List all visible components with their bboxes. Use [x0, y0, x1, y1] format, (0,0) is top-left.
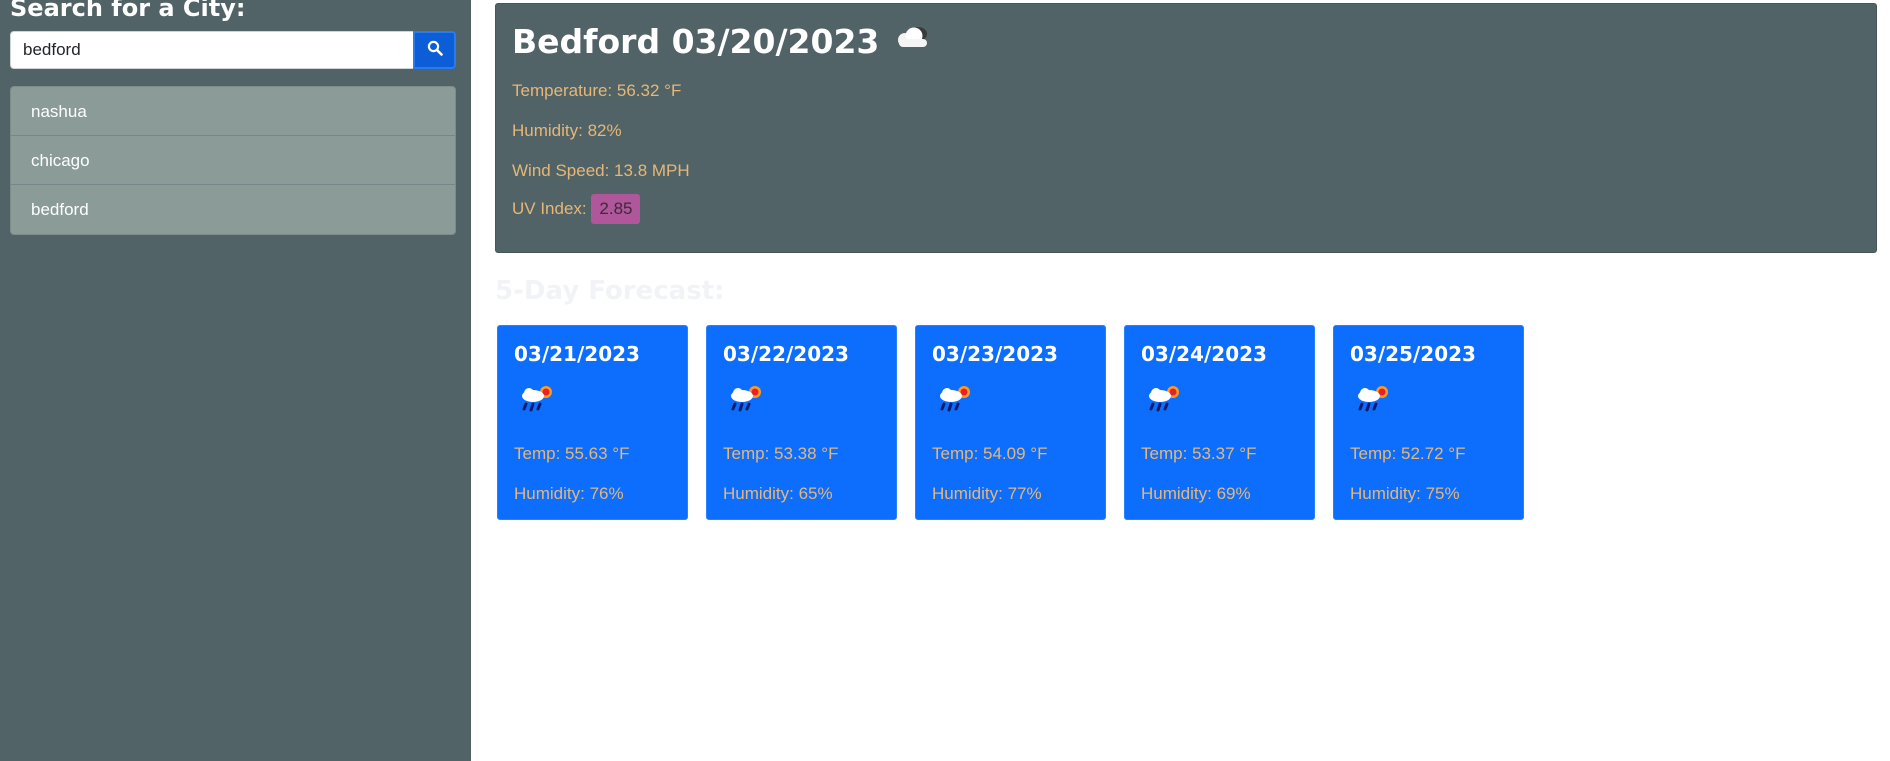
forecast-date: 03/25/2023 [1350, 342, 1476, 366]
forecast-temp: Temp: 54.09 °F [932, 444, 1048, 463]
current-uv-row: UV Index: 2.85 [512, 194, 641, 224]
forecast-date: 03/22/2023 [723, 342, 849, 366]
current-humidity: Humidity: 82% [512, 121, 622, 140]
forecast-card: 03/23/2023 Temp: 54.09 °F Humidity: 77% [915, 325, 1106, 520]
cloud-icon [891, 22, 937, 61]
uv-label: UV Index: [512, 199, 587, 218]
forecast-card: 03/22/2023 Temp: 53.38 °F Humidity: 65% [706, 325, 897, 520]
forecast-temp: Temp: 52.72 °F [1350, 444, 1466, 463]
current-weather-panel: Bedford 03/20/2023 Temperature: 56.32 °F… [495, 3, 1877, 253]
forecast-humidity: Humidity: 76% [514, 484, 624, 503]
forecast-card: 03/25/2023 Temp: 52.72 °F Humidity: 75% [1333, 325, 1524, 520]
forecast-temp: Temp: 55.63 °F [514, 444, 630, 463]
forecast-card: 03/21/2023 Temp: 55.63 °F Humidity: 76% [497, 325, 688, 520]
search-button[interactable] [413, 31, 456, 69]
rain-sun-icon [1352, 382, 1392, 419]
history-item-nashua[interactable]: nashua [11, 87, 455, 136]
search-history-list: nashua chicago bedford [10, 86, 456, 235]
forecast-date: 03/21/2023 [514, 342, 640, 366]
search-form [10, 31, 456, 69]
forecast-humidity: Humidity: 65% [723, 484, 833, 503]
forecast-humidity: Humidity: 77% [932, 484, 1042, 503]
forecast-humidity: Humidity: 69% [1141, 484, 1251, 503]
current-temperature: Temperature: 56.32 °F [512, 81, 682, 100]
history-item-bedford[interactable]: bedford [11, 185, 455, 234]
rain-sun-icon [934, 382, 974, 419]
forecast-humidity: Humidity: 75% [1350, 484, 1460, 503]
search-icon [427, 40, 443, 61]
rain-sun-icon [1143, 382, 1183, 419]
forecast-temp: Temp: 53.38 °F [723, 444, 839, 463]
rain-sun-icon [725, 382, 765, 419]
sidebar-title: Search for a City: [10, 0, 246, 22]
rain-sun-icon [516, 382, 556, 419]
forecast-card: 03/24/2023 Temp: 53.37 °F Humidity: 69% [1124, 325, 1315, 520]
forecast-title: 5-Day Forecast: [495, 276, 725, 306]
forecast-date: 03/24/2023 [1141, 342, 1267, 366]
forecast-temp: Temp: 53.37 °F [1141, 444, 1257, 463]
uv-index-badge: 2.85 [591, 194, 641, 224]
current-wind-speed: Wind Speed: 13.8 MPH [512, 161, 690, 180]
sidebar: Search for a City: nashua chicago bedfor… [0, 0, 471, 761]
city-date-heading: Bedford 03/20/2023 [512, 22, 880, 61]
current-weather-title: Bedford 03/20/2023 [512, 22, 937, 61]
search-input[interactable] [10, 31, 413, 69]
forecast-date: 03/23/2023 [932, 342, 1058, 366]
history-item-chicago[interactable]: chicago [11, 136, 455, 185]
